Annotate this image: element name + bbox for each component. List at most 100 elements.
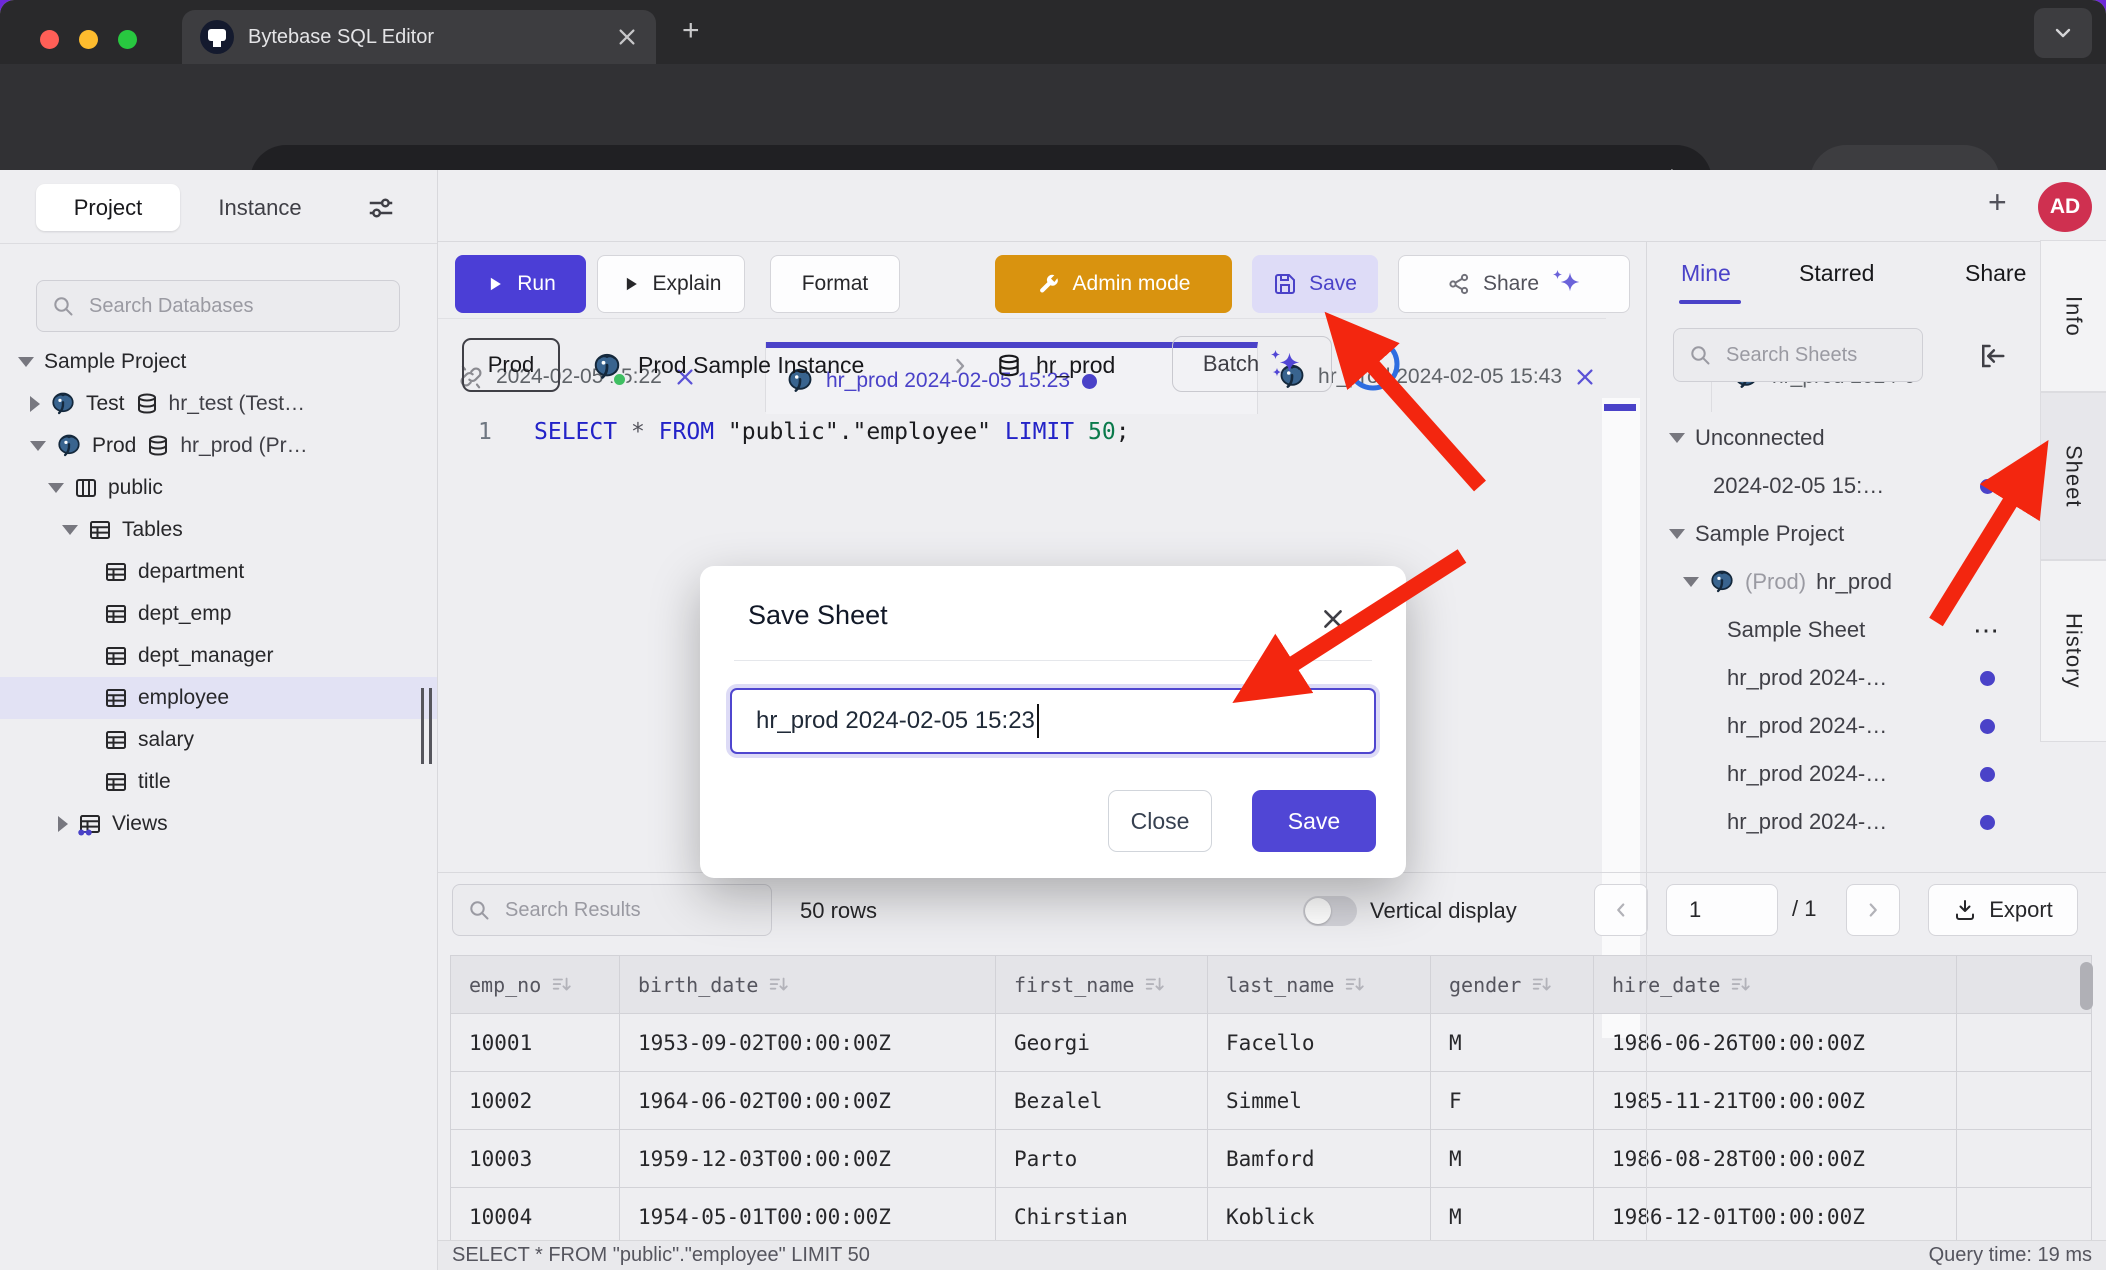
- caret-down-icon[interactable]: [48, 483, 64, 493]
- table-cell[interactable]: Georgi: [996, 1014, 1208, 1072]
- sheet-item[interactable]: hr_prod 2024-…: [1647, 654, 2041, 702]
- user-avatar[interactable]: AD: [2038, 182, 2092, 232]
- dialog-save-button[interactable]: Save: [1252, 790, 1376, 852]
- window-zoom-button[interactable]: [118, 30, 137, 49]
- tab-project[interactable]: Project: [36, 184, 180, 231]
- table-cell[interactable]: Koblick: [1208, 1188, 1431, 1240]
- table-cell[interactable]: M: [1431, 1188, 1594, 1240]
- database-search[interactable]: [36, 280, 400, 332]
- tree-item-table[interactable]: dept_manager: [0, 635, 437, 677]
- results-search-input[interactable]: [503, 898, 757, 923]
- column-header[interactable]: emp_no: [451, 956, 620, 1014]
- tab-share[interactable]: Share: [1965, 260, 2026, 287]
- table-cell[interactable]: 10002: [451, 1072, 620, 1130]
- table-cell[interactable]: Bezalel: [996, 1072, 1208, 1130]
- table-cell[interactable]: 1964-06-02T00:00:00Z: [620, 1072, 996, 1130]
- table-cell[interactable]: Facello: [1208, 1014, 1431, 1072]
- caret-down-icon[interactable]: [30, 441, 46, 451]
- sheet-group-project[interactable]: Sample Project: [1647, 510, 2041, 558]
- table-cell[interactable]: M: [1431, 1014, 1594, 1072]
- caret-down-icon[interactable]: [18, 357, 34, 367]
- tab-close-icon[interactable]: [1574, 366, 1596, 388]
- sheet-item[interactable]: hr_prod 2024-…: [1647, 702, 2041, 750]
- table-cell[interactable]: M: [1431, 1130, 1594, 1188]
- rail-tab-info[interactable]: Info: [2040, 240, 2106, 392]
- tree-item-table-employee-selected[interactable]: employee: [0, 677, 437, 719]
- admin-mode-button[interactable]: Admin mode: [995, 255, 1232, 313]
- column-header[interactable]: first_name: [996, 956, 1208, 1014]
- sort-icon[interactable]: [768, 974, 790, 996]
- run-button[interactable]: Run: [455, 255, 586, 313]
- table-cell[interactable]: Chirstian: [996, 1188, 1208, 1240]
- table-cell[interactable]: 1953-09-02T00:00:00Z: [620, 1014, 996, 1072]
- column-header[interactable]: birth_date: [620, 956, 996, 1014]
- sheet-item[interactable]: 2024-02-05 15:…: [1647, 462, 2041, 510]
- caret-down-icon[interactable]: [1683, 577, 1699, 587]
- column-header[interactable]: gender: [1431, 956, 1594, 1014]
- sheet-item[interactable]: hr_prod 2024-…: [1647, 750, 2041, 798]
- tab-instance[interactable]: Instance: [200, 184, 320, 231]
- format-button[interactable]: Format: [770, 255, 900, 313]
- dialog-close-button[interactable]: Close: [1108, 790, 1212, 852]
- browser-tab[interactable]: Bytebase SQL Editor: [182, 10, 656, 64]
- breadcrumb-database[interactable]: hr_prod: [1036, 352, 1115, 379]
- vertical-display-toggle[interactable]: [1303, 896, 1357, 926]
- tree-item-table[interactable]: title: [0, 761, 437, 803]
- collapse-panel-icon[interactable]: [1977, 341, 2007, 371]
- tree-item-test-db[interactable]: Testhr_test (Test…: [0, 383, 437, 425]
- table-cell[interactable]: Parto: [996, 1130, 1208, 1188]
- table-cell[interactable]: 10001: [451, 1014, 620, 1072]
- tab-starred[interactable]: Starred: [1799, 260, 1874, 287]
- filter-sliders-icon[interactable]: [366, 193, 396, 223]
- caret-down-icon[interactable]: [1669, 529, 1685, 539]
- sheet-item[interactable]: Sample Sheet⋯: [1647, 606, 2041, 654]
- sort-icon[interactable]: [1344, 974, 1366, 996]
- sheet-search[interactable]: [1673, 328, 1923, 382]
- table-cell[interactable]: 10004: [451, 1188, 620, 1240]
- prev-page-button[interactable]: [1594, 884, 1648, 936]
- tree-item-tables-group[interactable]: Tables: [0, 509, 437, 551]
- caret-right-icon[interactable]: [58, 816, 68, 832]
- breadcrumb-instance[interactable]: Prod Sample Instance: [638, 352, 864, 379]
- browser-new-tab-button[interactable]: +: [682, 14, 700, 48]
- tree-item-table[interactable]: department: [0, 551, 437, 593]
- sort-icon[interactable]: [1144, 974, 1166, 996]
- table-cell[interactable]: 10003: [451, 1130, 620, 1188]
- share-button[interactable]: Share: [1398, 255, 1630, 313]
- tree-item-table[interactable]: dept_emp: [0, 593, 437, 635]
- new-sheet-button[interactable]: +: [1988, 184, 2007, 221]
- table-cell[interactable]: 1959-12-03T00:00:00Z: [620, 1130, 996, 1188]
- tree-item-views-group[interactable]: Views: [0, 803, 437, 845]
- database-search-input[interactable]: [87, 294, 385, 319]
- sql-editor-line[interactable]: 1 SELECT * FROM "public"."employee" LIMI…: [478, 410, 1598, 454]
- table-cell[interactable]: F: [1431, 1072, 1594, 1130]
- batch-button[interactable]: Batch: [1172, 336, 1332, 392]
- caret-right-icon[interactable]: [30, 396, 40, 412]
- table-cell[interactable]: Simmel: [1208, 1072, 1431, 1130]
- rail-tab-sheet[interactable]: Sheet: [2040, 392, 2106, 560]
- sort-icon[interactable]: [551, 974, 573, 996]
- sidebar-resize-handle[interactable]: [421, 688, 435, 764]
- tab-search-button[interactable]: [2034, 8, 2092, 58]
- table-cell[interactable]: 1954-05-01T00:00:00Z: [620, 1188, 996, 1240]
- environment-chip[interactable]: Prod: [462, 338, 560, 392]
- tab-mine[interactable]: Mine: [1681, 260, 1731, 287]
- sheet-group-unconnected[interactable]: Unconnected: [1647, 414, 2041, 462]
- sort-icon[interactable]: [1531, 974, 1553, 996]
- results-search[interactable]: [452, 884, 772, 936]
- sheet-menu-ellipsis[interactable]: ⋯: [1973, 615, 2001, 646]
- sheet-name-input[interactable]: hr_prod 2024-02-05 15:23: [730, 688, 1376, 754]
- rail-tab-history[interactable]: History: [2040, 560, 2106, 742]
- table-scrollbar-thumb[interactable]: [2080, 962, 2093, 1010]
- tree-item-project[interactable]: Sample Project: [0, 341, 437, 383]
- tree-item-table[interactable]: salary: [0, 719, 437, 761]
- dialog-close-icon[interactable]: [1320, 606, 1346, 632]
- column-header[interactable]: last_name: [1208, 956, 1431, 1014]
- sheet-search-input[interactable]: [1724, 343, 1908, 368]
- tree-item-prod-db[interactable]: Prodhr_prod (Pr…: [0, 425, 437, 467]
- caret-down-icon[interactable]: [62, 525, 78, 535]
- explain-button[interactable]: Explain: [597, 255, 745, 313]
- caret-down-icon[interactable]: [1669, 433, 1685, 443]
- window-close-button[interactable]: [40, 30, 59, 49]
- browser-tab-close-icon[interactable]: [616, 26, 638, 48]
